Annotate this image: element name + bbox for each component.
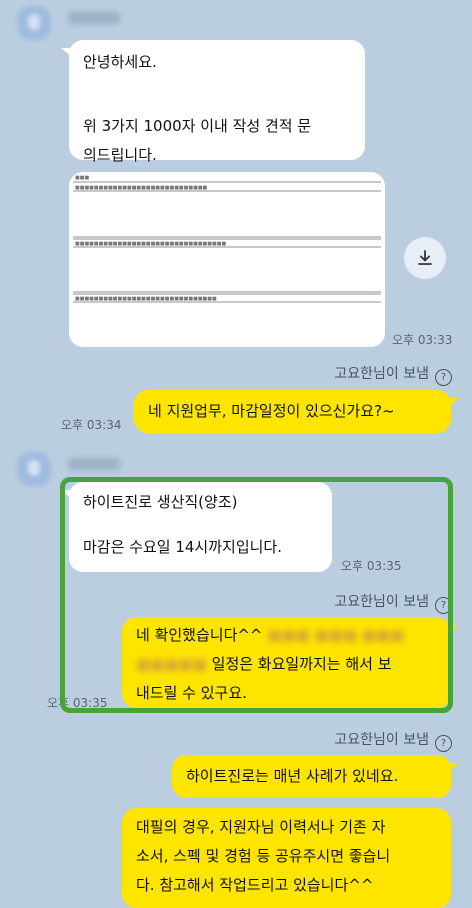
message-bubble-incoming[interactable]: 안녕하세요. 위 3가지 1000자 이내 작성 견적 문 의드립니다.: [61, 40, 365, 164]
message-bubble-outgoing[interactable]: 네 지원업무, 마감일정이 있으신가요?~: [134, 390, 459, 433]
highlight-box: [60, 477, 453, 713]
message-text: 대필의 경우, 지원자님 이력서나 기존 자: [136, 818, 386, 836]
message-text: 위 3가지 1000자 이내 작성 견적 문: [83, 117, 312, 135]
timestamp: 오후 03:33: [392, 333, 453, 347]
doc-thumbnail-detail: [73, 181, 381, 183]
doc-thumbnail-detail: [73, 246, 381, 248]
doc-thumbnail-detail: [73, 301, 381, 303]
message-text: 안녕하세요.: [83, 53, 157, 71]
sender-name-blurred: [68, 458, 120, 470]
message-text: 소서, 스펙 및 경험 등 공유주시면 좋습니: [136, 847, 391, 865]
timestamp: 오후 03:34: [61, 418, 122, 432]
download-button[interactable]: [404, 237, 446, 279]
message-text: 네 지원업무, 마감일정이 있으신가요?~: [148, 402, 395, 420]
download-icon: [418, 250, 432, 265]
help-icon[interactable]: ?: [435, 369, 452, 386]
sender-name-blurred: [68, 12, 120, 24]
doc-thumbnail-detail: [73, 190, 381, 192]
message-text: [83, 77, 351, 106]
doc-thumbnail-detail: [73, 238, 381, 240]
sent-by-label: 고요한님이 보냄: [334, 732, 429, 748]
message-text: 하이트진로는 매년 사례가 있네요.: [186, 767, 399, 785]
image-attachment[interactable]: ■■■ ■■■■■■■■■■■■■■■■■■■■■■■■■■■■ ■■■■■■■…: [69, 172, 385, 347]
message-text: 다. 참고해서 작업드리고 있습니다^^: [136, 876, 374, 894]
message-bubble-outgoing[interactable]: 하이트진로는 매년 사례가 있네요.: [172, 755, 459, 798]
avatar[interactable]: [17, 452, 51, 486]
message-text: 의드립니다.: [83, 146, 157, 164]
sent-by-note: 고요한님이 보냄?: [334, 729, 452, 752]
avatar[interactable]: [17, 6, 51, 40]
help-icon[interactable]: ?: [435, 735, 452, 752]
sent-by-label: 고요한님이 보냄: [334, 366, 429, 382]
sent-by-note: 고요한님이 보냄?: [334, 363, 452, 386]
message-bubble-outgoing[interactable]: 대필의 경우, 지원자님 이력서나 기존 자 소서, 스펙 및 경험 등 공유주…: [122, 808, 451, 908]
doc-thumbnail-detail: [73, 293, 381, 295]
